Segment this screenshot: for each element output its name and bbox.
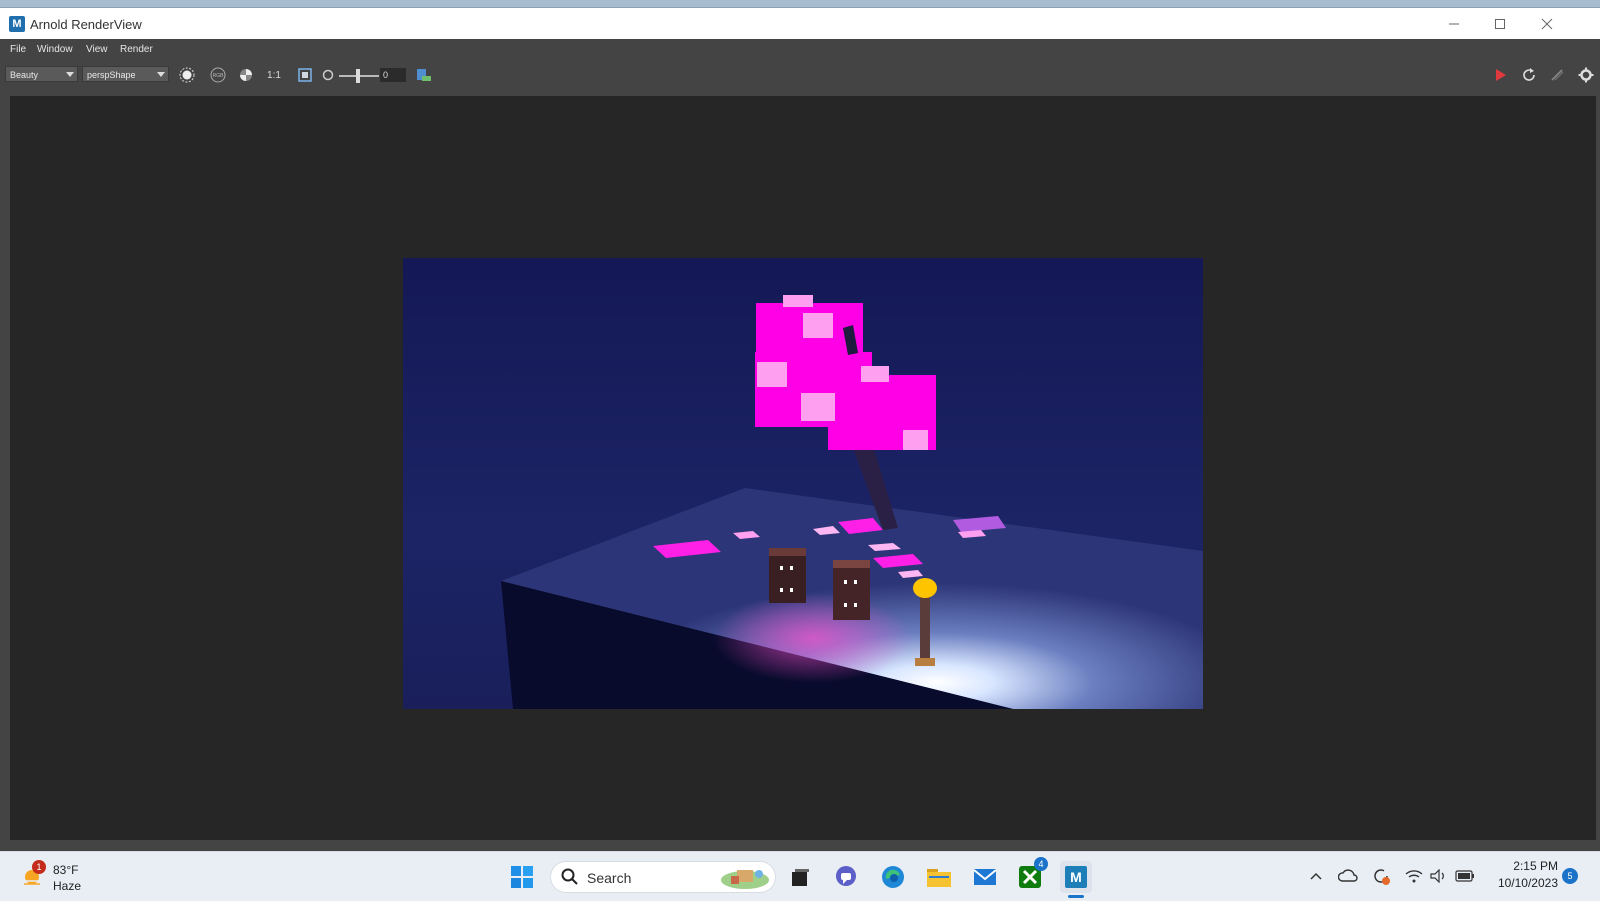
clock-time: 2:15 PM <box>1513 859 1558 873</box>
weather-temperature: 83°F <box>53 863 79 877</box>
clock-date: 10/10/2023 <box>1497 876 1558 890</box>
sync-icon <box>1374 869 1390 885</box>
edge-browser-button[interactable] <box>877 861 909 893</box>
svg-text:RGB: RGB <box>213 73 225 79</box>
wifi-button[interactable] <box>1403 865 1425 887</box>
settings-gear-icon <box>1578 67 1594 83</box>
taskbar-search[interactable]: Search <box>550 861 776 893</box>
teams-chat-button[interactable] <box>830 861 862 893</box>
chevron-down-icon <box>66 72 74 77</box>
exposure-input[interactable]: 0 <box>380 68 406 82</box>
minimize-icon <box>1449 23 1459 24</box>
exposure-button[interactable] <box>318 65 338 85</box>
battery-icon <box>1455 870 1474 882</box>
exposure-icon <box>322 69 334 81</box>
maximize-button[interactable] <box>1477 8 1523 39</box>
chevron-down-icon <box>157 72 165 77</box>
display-all-icon <box>179 67 195 83</box>
exposure-slider-thumb[interactable] <box>356 69 360 83</box>
display-all-button[interactable] <box>177 65 197 85</box>
task-view-button[interactable] <box>784 861 816 893</box>
menu-view[interactable]: View <box>86 44 108 55</box>
snapshot-icon <box>417 69 431 81</box>
show-hidden-icons-button[interactable] <box>1305 865 1327 887</box>
rgb-channel-icon: RGB <box>210 67 226 83</box>
weather-widget[interactable]: 1 83°F Haze <box>20 860 90 896</box>
render-toolbar: Beauty perspShape RGB 1:1 0 <box>0 60 1600 88</box>
snapshot-button[interactable] <box>414 65 434 85</box>
title-bar[interactable]: M Arnold RenderView <box>0 8 1600 39</box>
speaker-icon <box>1430 869 1444 883</box>
frame-icon <box>298 68 312 82</box>
maya-taskbar-button[interactable]: M <box>1060 861 1092 898</box>
weather-alert-badge: 1 <box>32 860 46 874</box>
search-highlight-icon <box>721 870 769 889</box>
aov-dropdown-value: Beauty <box>10 70 39 80</box>
menu-bar: File Window View Render <box>0 40 1600 60</box>
start-button[interactable] <box>506 861 538 893</box>
minimize-button[interactable] <box>1431 8 1477 39</box>
camera-dropdown[interactable]: perspShape <box>82 66 169 82</box>
refresh-icon <box>1523 68 1535 81</box>
close-icon <box>1541 18 1553 29</box>
windows-start-icon <box>511 866 533 888</box>
one-to-one-label: 1:1 <box>267 69 281 81</box>
mail-icon <box>973 869 997 885</box>
aov-dropdown[interactable]: Beauty <box>5 66 78 82</box>
chevron-up-icon <box>1310 872 1322 880</box>
system-clock[interactable]: 2:15 PM 10/10/2023 <box>1484 858 1558 892</box>
mail-button[interactable] <box>969 861 1001 893</box>
menu-window[interactable]: Window <box>37 44 73 55</box>
svg-text:M: M <box>1070 869 1082 885</box>
notification-badge[interactable]: 5 <box>1562 868 1578 884</box>
volume-button[interactable] <box>1428 865 1450 887</box>
folder-icon <box>927 869 951 887</box>
menu-render[interactable]: Render <box>120 44 153 55</box>
file-explorer-button[interactable] <box>923 861 955 893</box>
search-label: Search <box>587 870 632 886</box>
desktop-top-strip <box>0 0 1600 7</box>
maya-icon: M <box>1065 866 1087 888</box>
color-correct-button[interactable] <box>236 65 256 85</box>
search-icon <box>561 868 578 885</box>
onedrive-button[interactable] <box>1337 865 1359 887</box>
render-image <box>403 258 1203 709</box>
wifi-icon <box>1405 870 1423 883</box>
frame-button[interactable] <box>295 65 315 85</box>
camera-dropdown-value: perspShape <box>87 70 136 80</box>
battery-button[interactable] <box>1454 865 1476 887</box>
window-title: Arnold RenderView <box>30 17 142 32</box>
maximize-icon <box>1495 18 1505 29</box>
xbox-button[interactable]: 4 <box>1014 857 1048 893</box>
menu-file[interactable]: File <box>10 44 26 55</box>
xbox-badge: 4 <box>1034 857 1048 871</box>
chat-icon <box>836 866 856 886</box>
cloud-icon <box>1338 869 1358 882</box>
sync-button[interactable] <box>1370 865 1392 887</box>
render-play-button[interactable] <box>1490 65 1510 85</box>
refresh-button[interactable] <box>1519 65 1539 85</box>
pause-button[interactable] <box>1547 65 1567 85</box>
rgb-channel-button[interactable]: RGB <box>208 65 228 85</box>
settings-button[interactable] <box>1576 65 1596 85</box>
weather-condition: Haze <box>53 879 82 893</box>
one-to-one-button[interactable]: 1:1 <box>264 65 284 85</box>
active-app-indicator <box>1068 895 1084 898</box>
color-correct-icon <box>240 69 252 81</box>
edge-icon <box>882 866 904 888</box>
arnold-renderview-window: M Arnold RenderView File Window View Ren… <box>0 7 1600 852</box>
render-play-icon <box>1496 69 1506 81</box>
render-viewport[interactable] <box>10 96 1596 840</box>
close-button[interactable] <box>1524 8 1570 39</box>
windows-taskbar: 1 83°F Haze Search 4 M 2:15 PM 10/10/202… <box>0 851 1600 901</box>
maya-app-icon: M <box>9 16 25 32</box>
task-view-icon <box>792 869 809 886</box>
pause-icon <box>1551 69 1564 81</box>
